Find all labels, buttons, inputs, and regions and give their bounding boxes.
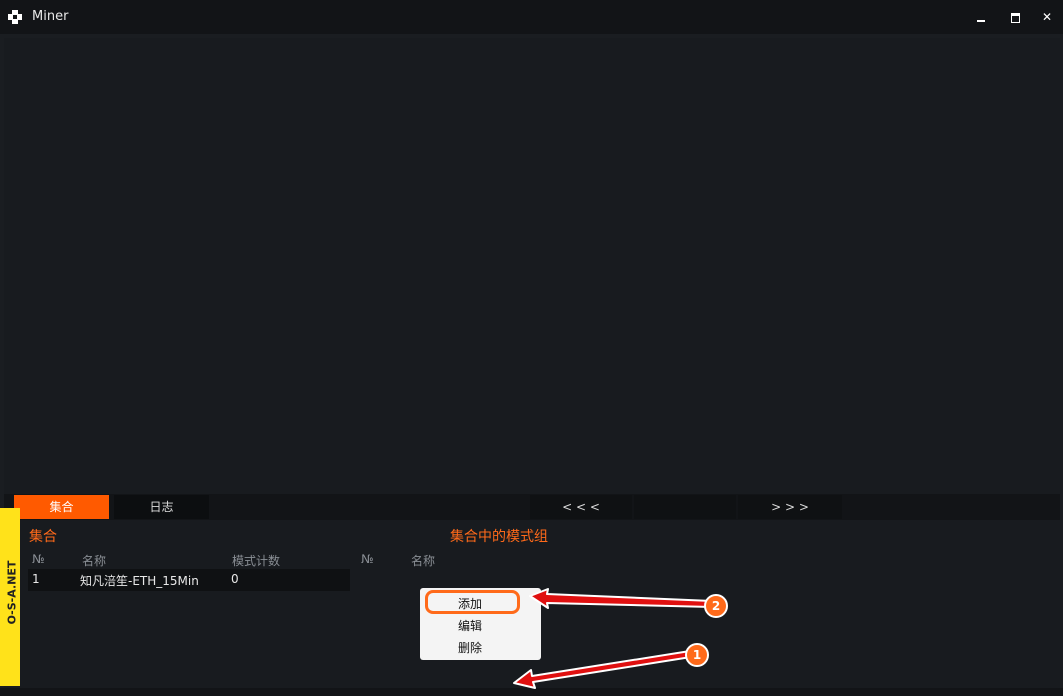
annotation-badge-1: 1 [685,643,709,667]
arrow-1 [513,650,692,689]
annotation-badge-2: 2 [704,594,728,618]
annotation-layer [513,588,713,689]
arrow-2 [529,588,713,609]
miner-window: Miner ✕ 集合 日志 < < < > > > 集合 № 名称 模式计数 1… [0,0,1063,696]
